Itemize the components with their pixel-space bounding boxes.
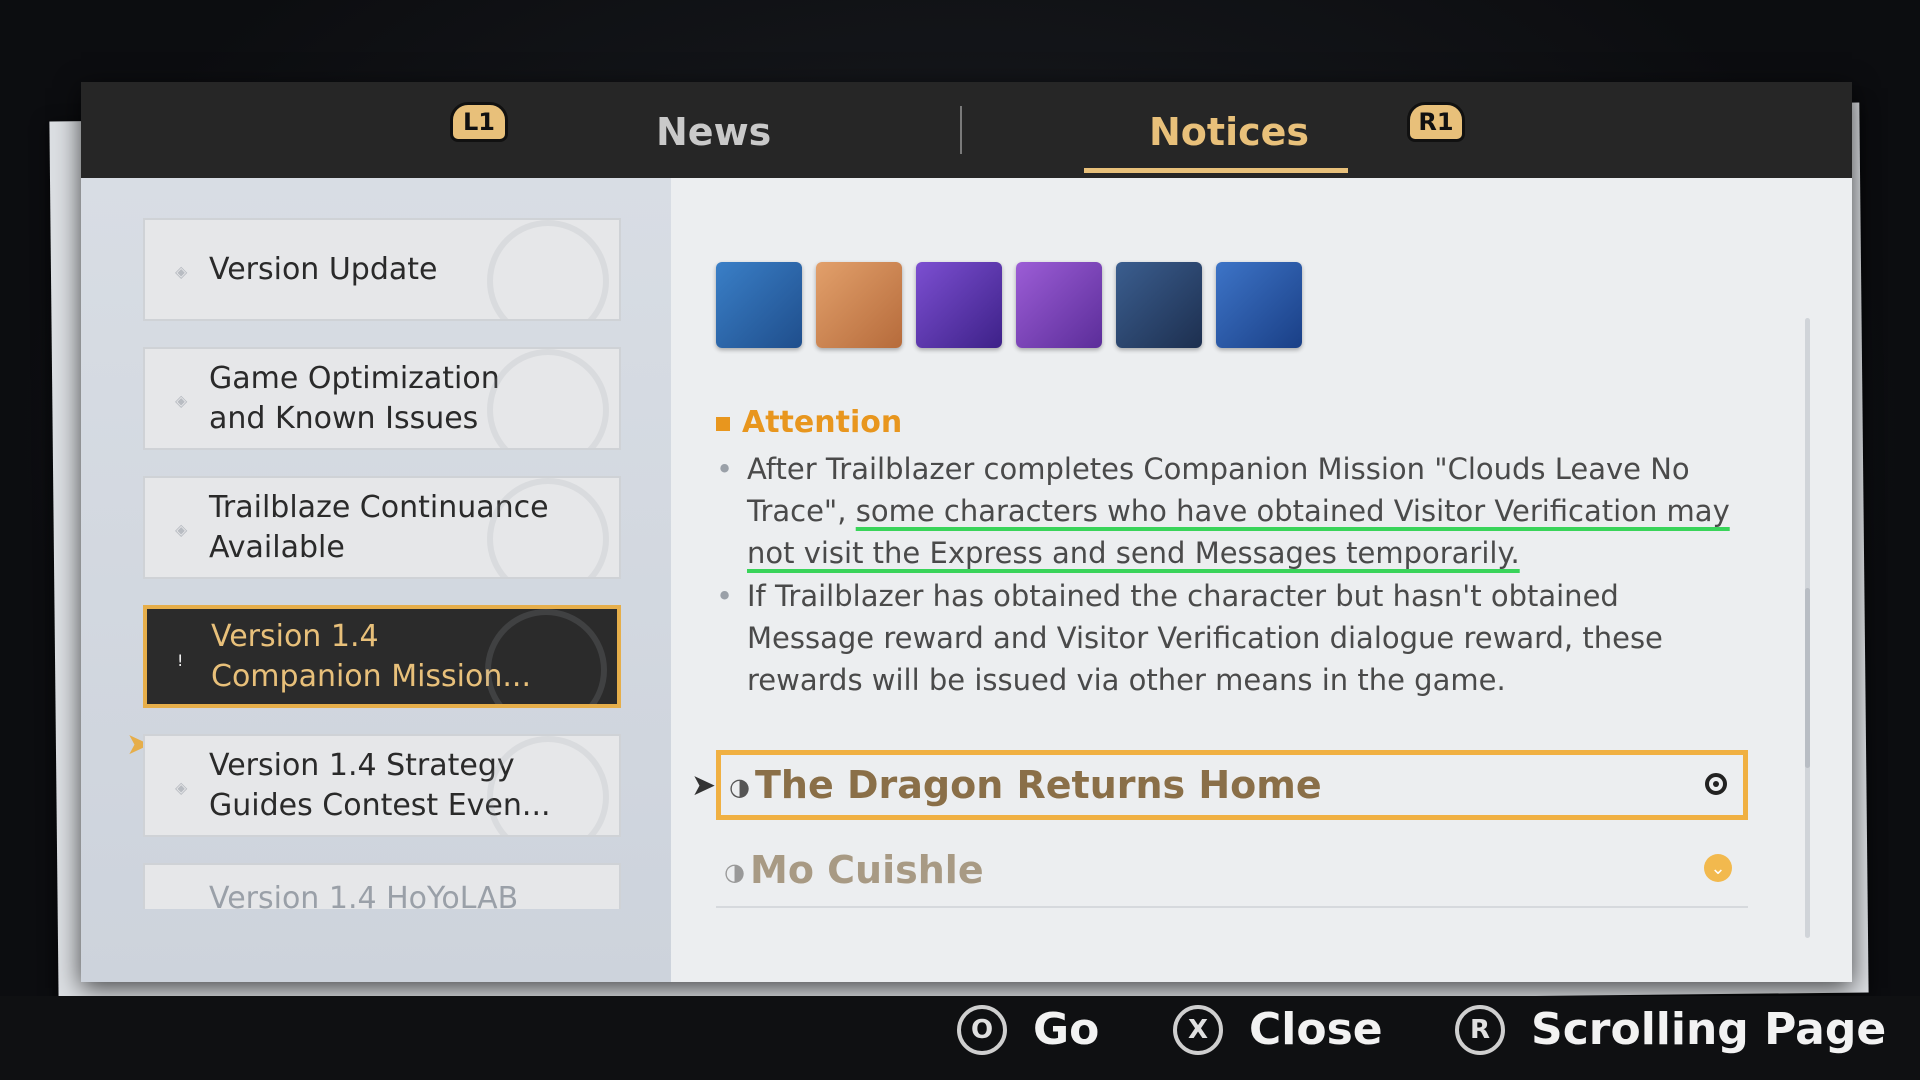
bullet-dot-icon: • xyxy=(716,579,734,613)
chevron-down-icon[interactable]: ⌄ xyxy=(1704,854,1732,882)
notice-content: Attention • After Trailblazer completes … xyxy=(671,178,1852,982)
go-label: Go xyxy=(1033,1004,1100,1055)
tab-news[interactable]: News xyxy=(656,110,771,154)
bullet1-highlight: some characters who have obtained Visito… xyxy=(747,494,1730,570)
attention-title: Attention xyxy=(742,405,903,440)
sidebar-item-strategy-guides[interactable]: ◈ Version 1.4 Strategy Guides Contest Ev… xyxy=(143,734,621,837)
scrollbar-thumb[interactable] xyxy=(1805,588,1810,768)
go-hint[interactable]: O Go xyxy=(957,1004,1099,1055)
notice-panel: L1 News Notices R1 ◈ Version Update ◈ Ga… xyxy=(81,82,1852,982)
right-stick-icon: R xyxy=(1455,1004,1505,1055)
diamond-icon: ◈ xyxy=(175,778,188,797)
diamond-icon: ◈ xyxy=(175,262,188,281)
section-title: Mo Cuishle xyxy=(750,848,984,892)
book-icon xyxy=(716,262,802,348)
sidebar-item-label: Version 1.4 HoYoLAB xyxy=(209,881,519,909)
notice-bullet-1: • After Trailblazer completes Companion … xyxy=(716,448,1736,574)
sword-icon xyxy=(1116,262,1202,348)
section-title: The Dragon Returns Home xyxy=(755,763,1322,807)
circle-button-icon xyxy=(1705,773,1727,795)
crystal-icon xyxy=(816,262,902,348)
active-tab-underline xyxy=(1084,168,1348,173)
controller-hints: O Go X Close R Scrolling Page xyxy=(0,996,1920,1080)
diamond-icon: ◈ xyxy=(175,391,188,410)
card-icon xyxy=(1216,262,1302,348)
half-circle-icon: ◑ xyxy=(729,773,750,801)
close-hint[interactable]: X Close xyxy=(1173,1004,1383,1055)
gold-crystal-icon xyxy=(1016,262,1102,348)
sidebar-item-trailblaze-continuance[interactable]: ◈ Trailblaze Continuance Available xyxy=(143,476,621,579)
sidebar-item-game-optimization[interactable]: ◈ Game Optimization and Known Issues xyxy=(143,347,621,450)
notice-list: ◈ Version Update ◈ Game Optimization and… xyxy=(81,178,671,982)
purple-book-icon xyxy=(916,262,1002,348)
sidebar-item-label: Version Update xyxy=(209,251,438,287)
diamond-icon: ◈ xyxy=(175,520,188,539)
bullet2-text: If Trailblazer has obtained the characte… xyxy=(747,579,1663,697)
reward-icons xyxy=(716,262,1302,348)
scroll-hint[interactable]: R Scrolling Page xyxy=(1455,1004,1886,1055)
tab-bar: L1 News Notices R1 xyxy=(81,82,1852,178)
sidebar-item-companion-mission[interactable]: ! Version 1.4 Companion Mission... xyxy=(143,605,621,708)
attention-heading: Attention xyxy=(716,405,902,440)
scroll-label: Scrolling Page xyxy=(1531,1004,1887,1055)
r1-button-icon[interactable]: R1 xyxy=(1407,102,1465,142)
l1-button-icon[interactable]: L1 xyxy=(450,102,508,142)
close-label: Close xyxy=(1249,1004,1383,1055)
section-mo-cuishle[interactable]: ◑ Mo Cuishle ⌄ xyxy=(716,838,1748,908)
emblem-watermark-icon xyxy=(487,220,609,319)
sidebar-item-version-update[interactable]: ◈ Version Update xyxy=(143,218,621,321)
square-bullet-icon xyxy=(716,416,730,431)
cross-button-icon: X xyxy=(1173,1004,1223,1055)
tab-notices[interactable]: Notices xyxy=(1149,110,1309,154)
bullet-dot-icon: • xyxy=(716,452,734,486)
selection-cursor-icon: ➤ xyxy=(691,768,717,803)
section-dragon-returns-home[interactable]: ◑ The Dragon Returns Home xyxy=(716,750,1748,820)
alert-icon: ! xyxy=(177,651,184,670)
circle-button-icon: O xyxy=(957,1004,1007,1055)
half-circle-icon: ◑ xyxy=(724,858,745,886)
tab-divider xyxy=(960,106,962,154)
scrollbar[interactable] xyxy=(1805,318,1810,938)
sidebar-item-hoyolab[interactable]: Version 1.4 HoYoLAB xyxy=(143,863,621,909)
notice-bullet-2: • If Trailblazer has obtained the charac… xyxy=(716,575,1736,701)
